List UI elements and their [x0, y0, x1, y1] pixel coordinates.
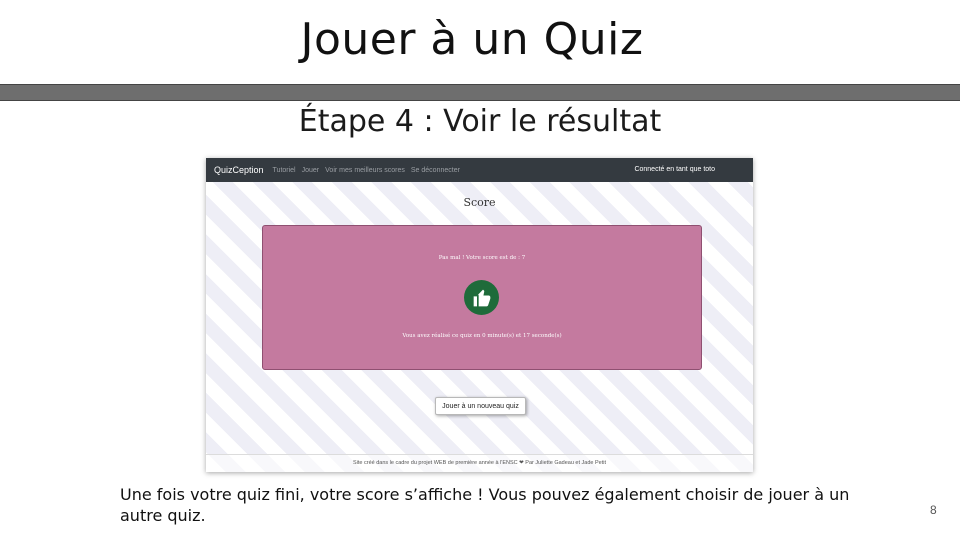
step-title: Étape 4 : Voir le résultat — [298, 104, 662, 139]
slide-title: Jouer à un Quiz — [300, 14, 644, 65]
nav-link-logout[interactable]: Se déconnecter — [411, 167, 460, 174]
thumbs-up-icon — [464, 280, 499, 315]
nav-link-best-scores[interactable]: Voir mes meilleurs scores — [325, 167, 405, 174]
nav-link-tutoriel[interactable]: Tutoriel — [273, 167, 296, 174]
new-quiz-button[interactable]: Jouer à un nouveau quiz — [435, 397, 526, 415]
score-message: Pas mal ! Votre score est de : 7 — [438, 255, 526, 261]
app-footer: Site créé dans le cadre du projet WEB de… — [206, 454, 753, 472]
result-box: Pas mal ! Votre score est de : 7 Vous av… — [262, 225, 702, 370]
completion-time: Vous avez réalisé ce quiz en 0 minute(s)… — [402, 333, 562, 339]
app-screenshot: QuizCeption Tutoriel Jouer Voir mes meil… — [206, 158, 753, 472]
score-heading: Score — [463, 196, 496, 209]
title-divider — [0, 84, 960, 101]
slide-caption: Une fois votre quiz fini, votre score s’… — [120, 485, 850, 525]
user-status: Connecté en tant que toto — [634, 166, 715, 173]
navbar-brand[interactable]: QuizCeption — [214, 165, 264, 175]
nav-link-jouer[interactable]: Jouer — [302, 167, 320, 174]
footer-text: Site créé dans le cadre du projet WEB de… — [353, 460, 606, 466]
page-number: 8 — [930, 503, 937, 517]
app-navbar: QuizCeption Tutoriel Jouer Voir mes meil… — [206, 158, 753, 182]
